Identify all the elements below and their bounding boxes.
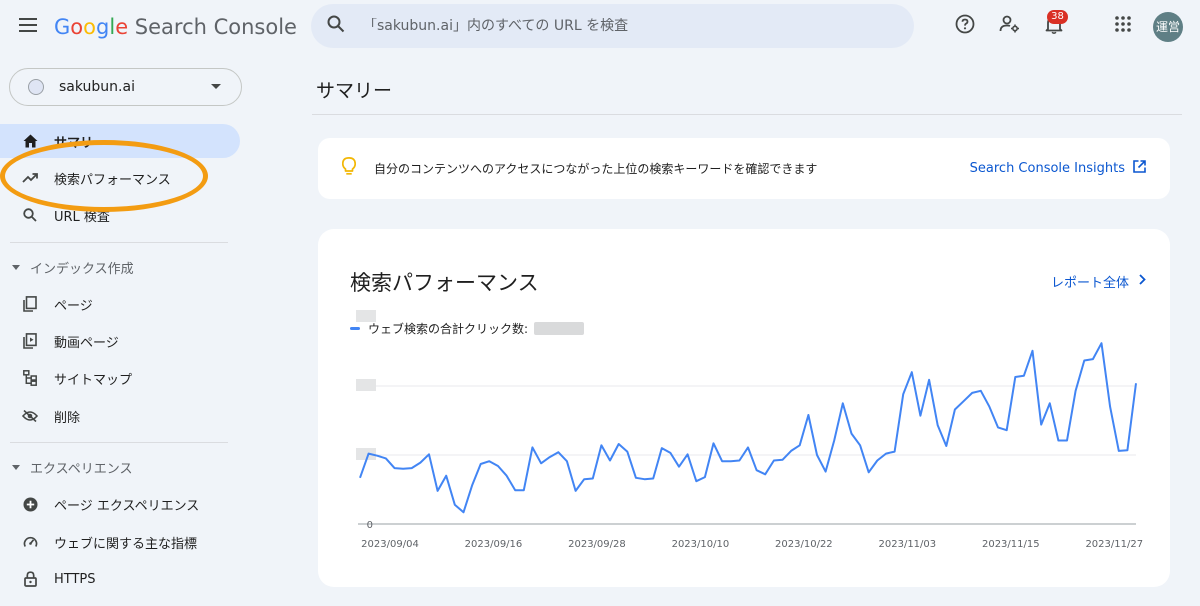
x-tick-label: 2023/11/15 bbox=[982, 539, 1040, 550]
sidebar-item-label: URL 検査 bbox=[54, 209, 110, 225]
performance-card: 2023/09/04 2023/09/16 2023/09/28 2023/10/10… bbox=[318, 229, 1170, 587]
open-in-new-icon bbox=[1125, 160, 1146, 177]
title-divider bbox=[312, 114, 1182, 115]
pages-icon bbox=[22, 296, 38, 312]
sidebar-item-core-web-vitals[interactable]: ウェブに関する主な指標 bbox=[0, 525, 240, 559]
sidebar-item-pages[interactable]: ページ bbox=[0, 287, 240, 321]
collapse-arrow-icon bbox=[12, 464, 20, 470]
section-title: インデックス作成 bbox=[30, 261, 134, 277]
x-tick-label: 2023/09/28 bbox=[568, 539, 626, 550]
sidebar-item-label: 動画ページ bbox=[54, 335, 119, 351]
x-tick-label: 2023/11/27 bbox=[1085, 539, 1143, 550]
notification-count-badge: 38 bbox=[1047, 10, 1068, 24]
search-input[interactable] bbox=[363, 18, 883, 34]
app-title: Search Console bbox=[128, 15, 297, 39]
performance-title: 検索パフォーマンス bbox=[350, 271, 539, 295]
property-name: sakubun.ai bbox=[59, 79, 135, 95]
property-selector[interactable]: sakubun.ai bbox=[9, 68, 242, 106]
section-toggle-experience[interactable]: エクスペリエンス bbox=[12, 457, 132, 477]
removal-icon bbox=[22, 408, 38, 424]
sidebar-item-label: 検索パフォーマンス bbox=[54, 172, 171, 188]
search-icon bbox=[22, 207, 38, 223]
sidebar-item-page-experience[interactable]: ページ エクスペリエンス bbox=[0, 487, 240, 521]
x-tick-label: 2023/11/03 bbox=[879, 539, 937, 550]
app-logo[interactable]: Google Search Console bbox=[54, 14, 297, 40]
hamburger-menu-icon bbox=[19, 17, 37, 36]
apps-button[interactable] bbox=[1109, 12, 1137, 40]
page-experience-icon bbox=[22, 496, 38, 512]
sidebar-item-label: ページ bbox=[54, 298, 93, 314]
video-page-icon bbox=[22, 333, 38, 349]
search-icon[interactable] bbox=[327, 15, 345, 37]
sidebar-divider bbox=[10, 442, 228, 443]
help-button[interactable] bbox=[951, 12, 979, 40]
sidebar-item-https[interactable]: HTTPS bbox=[0, 562, 240, 596]
insights-banner: 自分のコンテンツへのアクセスにつながった上位の検索キーワードを確認できます Se… bbox=[318, 138, 1170, 199]
sidebar-item-label: ウェブに関する主な指標 bbox=[54, 536, 198, 552]
person-gear-icon bbox=[999, 14, 1021, 38]
insights-text: 自分のコンテンツへのアクセスにつながった上位の検索キーワードを確認できます bbox=[374, 162, 818, 176]
x-tick-label: 2023/10/22 bbox=[775, 539, 833, 550]
series-line-clicks[interactable] bbox=[359, 342, 1137, 514]
apps-grid-icon bbox=[1115, 16, 1131, 36]
gauge-icon bbox=[22, 534, 38, 550]
x-tick-label: 2023/09/04 bbox=[361, 539, 419, 550]
sidebar-item-label: HTTPS bbox=[54, 571, 96, 587]
lock-icon bbox=[22, 571, 38, 587]
url-inspection-search-bar[interactable] bbox=[311, 4, 914, 48]
sidebar-item-removals[interactable]: 削除 bbox=[0, 399, 240, 433]
sidebar-item-url-inspection[interactable]: URL 検査 bbox=[0, 198, 240, 232]
section-title: エクスペリエンス bbox=[30, 461, 133, 477]
collapse-arrow-icon bbox=[12, 264, 20, 270]
sidebar-item-search-performance[interactable]: 検索パフォーマンス bbox=[0, 161, 240, 195]
sidebar-item-label: 削除 bbox=[54, 410, 81, 426]
sidebar-item-label: サイトマップ bbox=[54, 372, 133, 388]
sidebar-divider bbox=[10, 242, 228, 243]
sitemap-icon bbox=[22, 370, 38, 386]
chevron-right-icon bbox=[1129, 274, 1146, 289]
home-icon bbox=[22, 133, 38, 149]
redacted-value bbox=[534, 322, 585, 335]
sidebar-item-label: ページ エクスペリエンス bbox=[54, 498, 200, 514]
search-console-insights-link[interactable]: Search Console Insights bbox=[970, 160, 1146, 177]
dropdown-caret-icon bbox=[211, 84, 221, 89]
main-menu-button[interactable] bbox=[14, 12, 42, 40]
lightbulb-icon bbox=[341, 157, 357, 180]
x-tick-label: 2023/09/16 bbox=[465, 539, 523, 550]
help-icon bbox=[955, 14, 975, 38]
insights-link-label: Search Console Insights bbox=[969, 161, 1125, 176]
sidebar-item-label: サマリー bbox=[54, 135, 107, 151]
top-bar: Google Search Console 38 運営 bbox=[0, 0, 1200, 54]
legend-swatch bbox=[350, 327, 360, 330]
account-avatar[interactable]: 運営 bbox=[1153, 12, 1183, 42]
sidebar-item-video-pages[interactable]: 動画ページ bbox=[0, 324, 240, 358]
chart-legend[interactable]: ウェブ検索の合計クリック数: bbox=[350, 320, 585, 337]
section-toggle-indexing[interactable]: インデックス作成 bbox=[12, 257, 134, 277]
full-report-label: レポート全体 bbox=[1050, 276, 1129, 291]
globe-icon bbox=[28, 79, 44, 95]
legend-label: ウェブ検索の合計クリック数: bbox=[368, 322, 529, 336]
redacted-y-tick bbox=[356, 379, 376, 391]
page-title: サマリー bbox=[316, 80, 393, 102]
account-settings-button[interactable] bbox=[996, 12, 1024, 40]
trending-up-icon bbox=[22, 170, 38, 186]
y-tick-label: 0 bbox=[367, 520, 373, 531]
full-report-link[interactable]: レポート全体 bbox=[1051, 272, 1146, 291]
sidebar-item-summary[interactable]: サマリー bbox=[0, 124, 240, 158]
sidebar-item-sitemaps[interactable]: サイトマップ bbox=[0, 361, 240, 395]
x-tick-label: 2023/10/10 bbox=[672, 539, 730, 550]
